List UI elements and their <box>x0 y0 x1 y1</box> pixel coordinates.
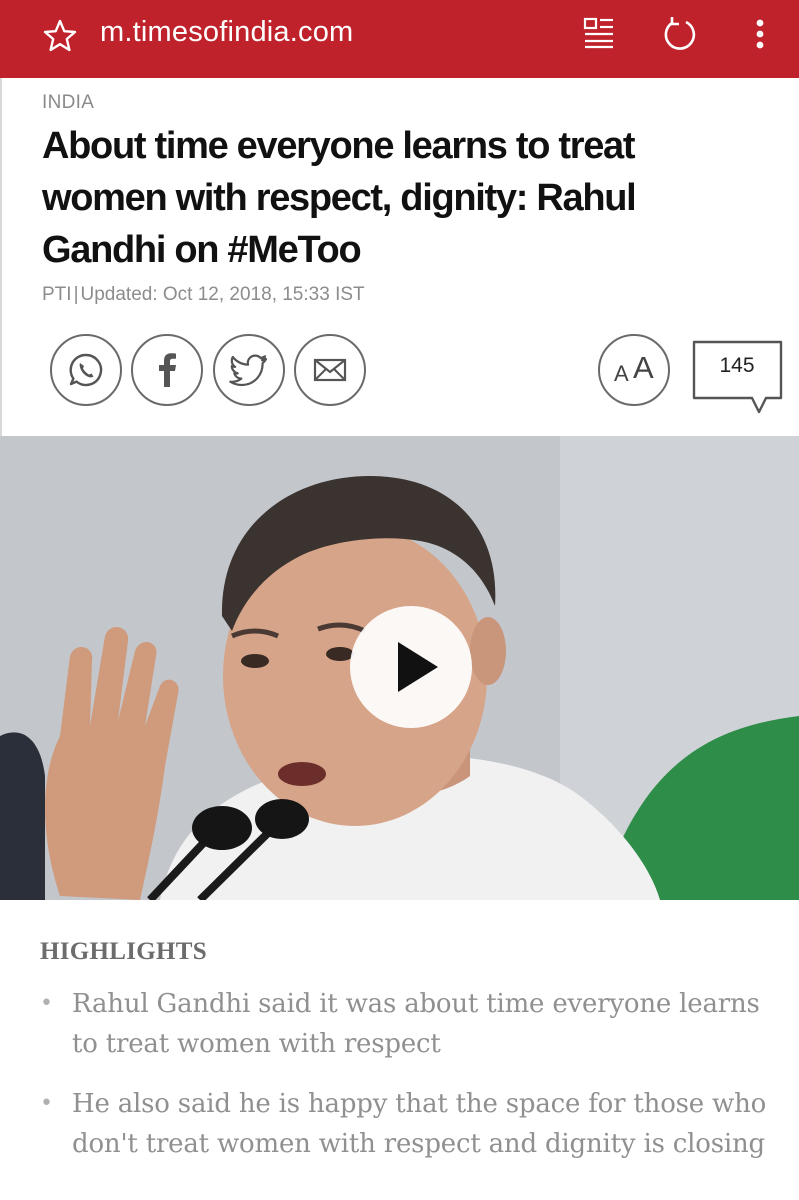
article-category[interactable]: INDIA <box>42 92 94 114</box>
font-size-small-label: A <box>614 361 629 386</box>
article-meta: PTI | Updated: Oct 12, 2018, 15:33 IST <box>42 284 365 306</box>
share-whatsapp-button[interactable] <box>50 334 122 406</box>
share-email-button[interactable] <box>294 334 366 406</box>
bullet-icon: • <box>40 991 53 1016</box>
article-source: PTI <box>42 284 72 305</box>
meta-separator: | <box>73 284 79 305</box>
play-button[interactable] <box>350 606 472 728</box>
browser-top-bar: m.timesofindia.com <box>0 0 799 78</box>
email-icon <box>313 358 347 382</box>
article-headline: About time everyone learns to treat wome… <box>42 125 637 271</box>
highlights-list: • Rahul Gandhi said it was about time ev… <box>40 984 790 1184</box>
article-updated: Updated: Oct 12, 2018, 15:33 IST <box>80 284 365 305</box>
address-bar-url[interactable]: m.timesofindia.com <box>100 16 353 49</box>
font-size-button[interactable]: A A <box>598 334 670 406</box>
highlight-text: He also said he is happy that the space … <box>72 1089 767 1159</box>
overflow-menu-icon[interactable] <box>745 14 775 54</box>
comments-button[interactable]: 145 <box>692 340 784 418</box>
article-header: INDIA About time everyone learns to trea… <box>0 78 799 436</box>
star-icon[interactable] <box>42 18 78 54</box>
twitter-icon <box>229 354 268 387</box>
reload-icon[interactable] <box>660 14 700 54</box>
highlight-item: • He also said he is happy that the spac… <box>40 1084 790 1164</box>
play-icon <box>398 642 438 692</box>
reader-mode-icon[interactable] <box>582 16 616 50</box>
highlight-item: • Rahul Gandhi said it was about time ev… <box>40 984 790 1064</box>
facebook-icon <box>159 353 176 387</box>
highlight-text: Rahul Gandhi said it was about time ever… <box>72 989 760 1059</box>
share-twitter-button[interactable] <box>213 334 285 406</box>
bullet-icon: • <box>40 1091 53 1116</box>
share-facebook-button[interactable] <box>131 334 203 406</box>
font-size-large-label: A <box>633 350 654 385</box>
comment-bubble-icon <box>692 340 783 414</box>
highlights-heading: HIGHLIGHTS <box>40 938 207 965</box>
whatsapp-icon <box>69 353 103 387</box>
comment-count: 145 <box>719 354 755 377</box>
